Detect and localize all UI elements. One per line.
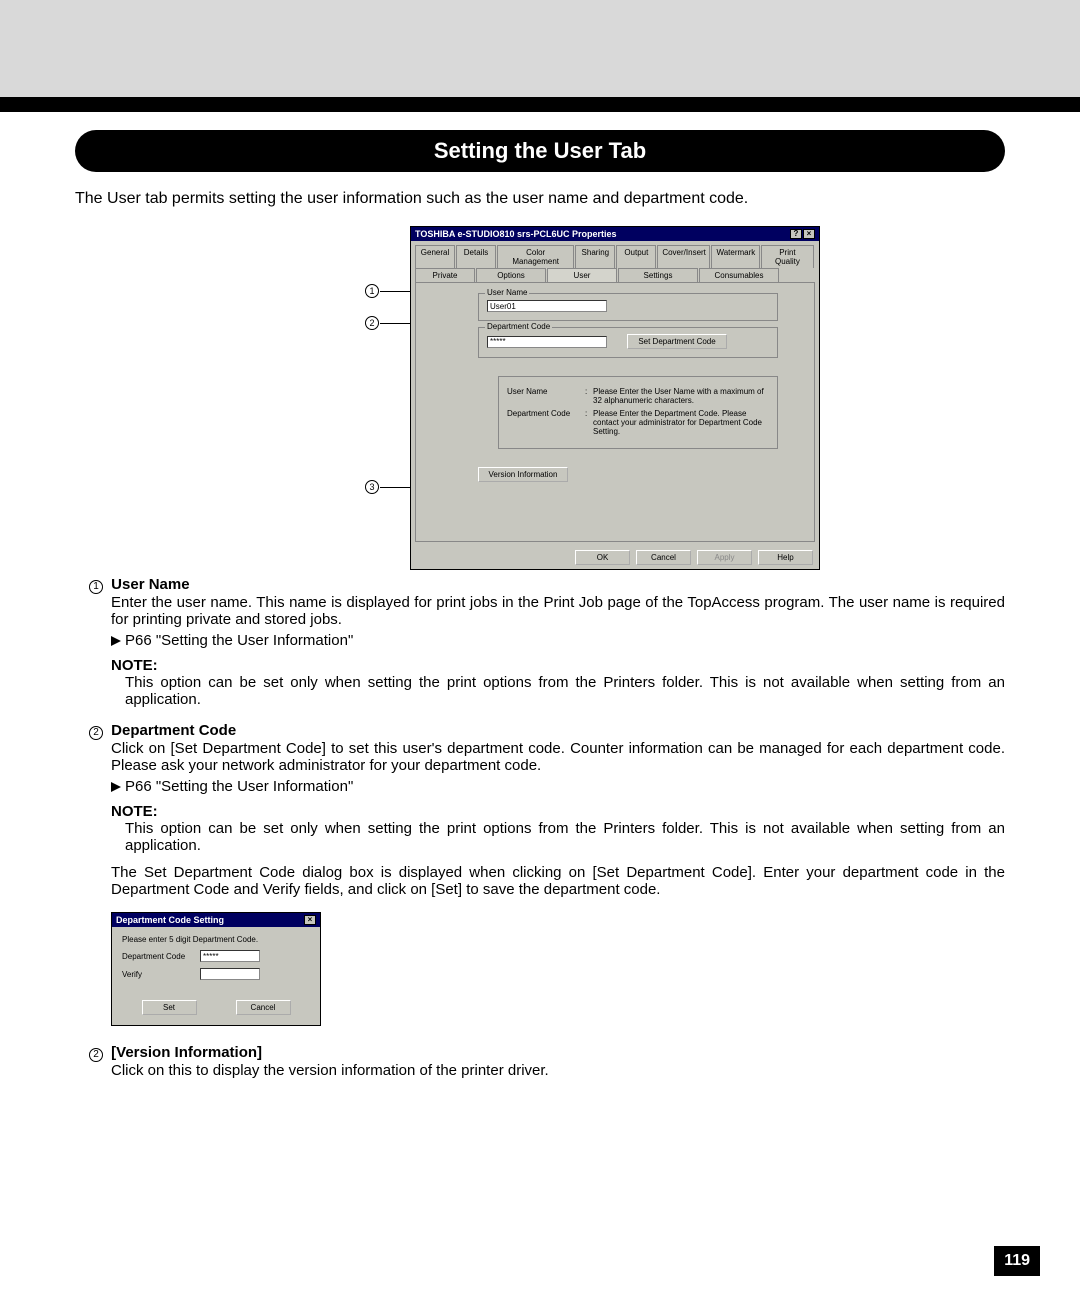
tab-row-2: Private Options User Settings Consumable… — [415, 268, 815, 282]
tab-settings[interactable]: Settings — [618, 268, 698, 282]
help-row-dept-code: Department Code : Please Enter the Depar… — [507, 409, 769, 436]
help-user-name-text: Please Enter the User Name with a maximu… — [593, 387, 769, 405]
dept-code-input[interactable] — [487, 336, 607, 348]
help-box: User Name : Please Enter the User Name w… — [498, 376, 778, 449]
section-body-dept-code: Click on [Set Department Code] to set th… — [111, 740, 1005, 774]
dialog2-footer: Set Cancel — [112, 994, 320, 1025]
dialog2-dept-row: Department Code — [122, 950, 310, 962]
tab-color-management[interactable]: Color Management — [497, 245, 574, 268]
tab-row-1: General Details Color Management Sharing… — [415, 245, 815, 268]
section-head-user-name: User Name — [111, 576, 189, 593]
tab-options[interactable]: Options — [476, 268, 546, 282]
note-body-1: This option can be set only when setting… — [125, 674, 1005, 708]
dialog-title: TOSHIBA e-STUDIO810 srs-PCL6UC Propertie… — [415, 229, 617, 239]
tab-watermark[interactable]: Watermark — [711, 245, 759, 268]
arrow-icon — [111, 636, 121, 646]
dialog2-title: Department Code Setting — [116, 915, 224, 925]
dialog-footer: OK Cancel Apply Help — [411, 546, 819, 569]
dialog2-verify-label: Verify — [122, 970, 200, 979]
tab-cover-insert[interactable]: Cover/Insert — [657, 245, 710, 268]
tab-details[interactable]: Details — [456, 245, 496, 268]
dialog2-verify-input[interactable] — [200, 968, 260, 980]
dialog2-dept-input[interactable] — [200, 950, 260, 962]
dialog2-instruction: Please enter 5 digit Department Code. — [122, 935, 310, 944]
tab-strip: General Details Color Management Sharing… — [411, 241, 819, 282]
note-block-1: NOTE: This option can be set only when s… — [111, 657, 1005, 708]
arrow-icon — [111, 782, 121, 792]
section-extra-dept-code: The Set Department Code dialog box is di… — [111, 864, 1005, 898]
page-number: 119 — [994, 1246, 1040, 1276]
tab-output[interactable]: Output — [616, 245, 656, 268]
callout-2: 2 — [365, 316, 379, 330]
tab-user[interactable]: User — [547, 268, 617, 282]
black-strip — [0, 97, 1080, 112]
section-num-1: 1 — [89, 580, 103, 594]
dialog2-wrapper: Department Code Setting × Please enter 5… — [111, 912, 1005, 1026]
section-user-name: 1 User Name Enter the user name. This na… — [89, 576, 1005, 708]
figure-wrapper: 1 2 3 TOSHIBA e-STUDIO810 srs-PCL6UC Pro… — [190, 226, 890, 556]
dialog2-cancel-button[interactable]: Cancel — [236, 1000, 291, 1015]
cancel-button[interactable]: Cancel — [636, 550, 691, 565]
tab-print-quality[interactable]: Print Quality — [761, 245, 814, 268]
help-dept-code-text: Please Enter the Department Code. Please… — [593, 409, 769, 436]
dialog2-verify-row: Verify — [122, 968, 310, 980]
page-content-area: Setting the User Tab The User tab permit… — [0, 112, 1080, 1296]
callout-1: 1 — [365, 284, 379, 298]
section-num-2: 2 — [89, 726, 103, 740]
help-row-user-name: User Name : Please Enter the User Name w… — [507, 387, 769, 405]
properties-dialog: TOSHIBA e-STUDIO810 srs-PCL6UC Propertie… — [410, 226, 820, 570]
dialog2-dept-label: Department Code — [122, 952, 200, 961]
help-button[interactable]: Help — [758, 550, 813, 565]
close-title-button[interactable]: × — [803, 229, 815, 239]
tab-sharing[interactable]: Sharing — [575, 245, 615, 268]
dialog2-set-button[interactable]: Set — [142, 1000, 197, 1015]
apply-button[interactable]: Apply — [697, 550, 752, 565]
dialog-titlebar: TOSHIBA e-STUDIO810 srs-PCL6UC Propertie… — [411, 227, 819, 241]
section-body-user-name: Enter the user name. This name is displa… — [111, 594, 1005, 628]
section-body-version: Click on this to display the version inf… — [111, 1062, 1005, 1079]
section-num-3: 2 — [89, 1048, 103, 1062]
help-user-name-label: User Name — [507, 387, 585, 405]
help-dept-code-label: Department Code — [507, 409, 585, 436]
ref-text-1: P66 "Setting the User Information" — [125, 632, 353, 649]
top-gray-area — [0, 0, 1080, 97]
note-body-2: This option can be set only when setting… — [125, 820, 1005, 854]
section-version-info: 2 [Version Information] Click on this to… — [89, 1044, 1005, 1079]
note-head-2: NOTE: — [111, 803, 1005, 820]
section-dept-code: 2 Department Code Click on [Set Departme… — [89, 722, 1005, 898]
set-dept-code-button[interactable]: Set Department Code — [627, 334, 727, 349]
ref-text-2: P66 "Setting the User Information" — [125, 778, 353, 795]
user-name-group-label: User Name — [485, 288, 529, 297]
dept-code-group: Department Code Set Department Code — [478, 327, 778, 358]
section-ref-user-name: P66 "Setting the User Information" — [111, 632, 1005, 649]
dept-code-setting-dialog: Department Code Setting × Please enter 5… — [111, 912, 321, 1026]
dialog-body: User Name Department Code Set Department… — [415, 282, 815, 542]
version-info-button[interactable]: Version Information — [478, 467, 568, 482]
dialog2-close-button[interactable]: × — [304, 915, 316, 925]
intro-text: The User tab permits setting the user in… — [75, 190, 1005, 208]
tab-private[interactable]: Private — [415, 268, 475, 282]
help-title-button[interactable]: ? — [790, 229, 802, 239]
section-head-version: [Version Information] — [111, 1044, 262, 1061]
note-block-2: NOTE: This option can be set only when s… — [111, 803, 1005, 854]
page-title-bar: Setting the User Tab — [75, 130, 1005, 172]
section-head-dept-code: Department Code — [111, 722, 236, 739]
tab-general[interactable]: General — [415, 245, 455, 268]
section-ref-dept-code: P66 "Setting the User Information" — [111, 778, 1005, 795]
dialog2-body: Please enter 5 digit Department Code. De… — [112, 927, 320, 994]
tab-consumables[interactable]: Consumables — [699, 268, 779, 282]
dept-code-group-label: Department Code — [485, 322, 552, 331]
dialog2-titlebar: Department Code Setting × — [112, 913, 320, 927]
callout-3: 3 — [365, 480, 379, 494]
note-head-1: NOTE: — [111, 657, 1005, 674]
user-name-group: User Name — [478, 293, 778, 321]
ok-button[interactable]: OK — [575, 550, 630, 565]
user-name-input[interactable] — [487, 300, 607, 312]
